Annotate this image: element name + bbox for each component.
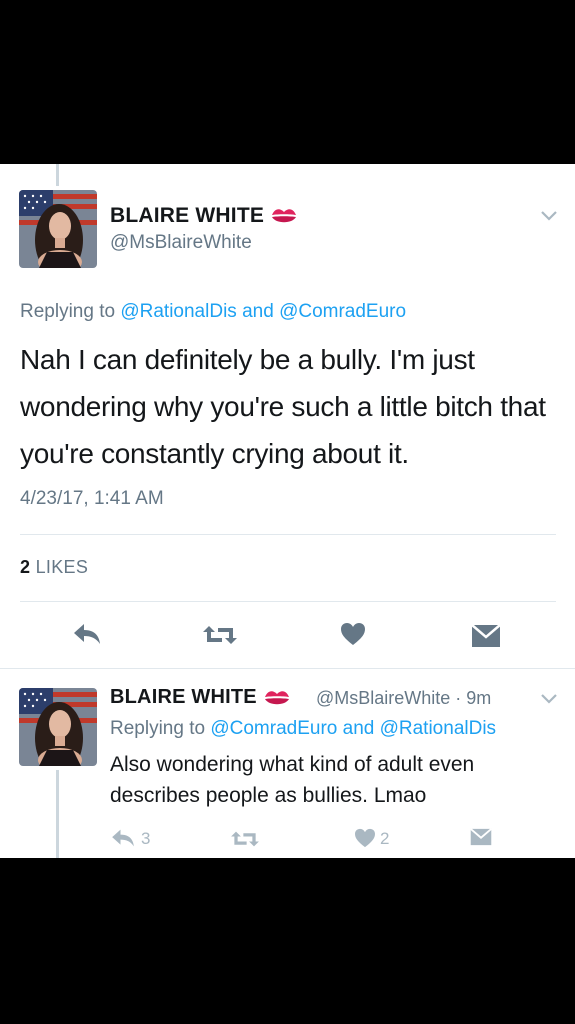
avatar[interactable] bbox=[19, 190, 97, 268]
avatar[interactable] bbox=[19, 688, 97, 766]
replying-to: Replying to @RationalDis and @ComradEuro bbox=[20, 301, 406, 323]
author-name[interactable]: BLAIRE WHITE bbox=[110, 686, 291, 709]
reply-icon[interactable] bbox=[72, 622, 102, 646]
handle-time[interactable]: @MsBlaireWhite · 9m bbox=[316, 688, 491, 709]
reply-user-link[interactable]: @RationalDis bbox=[120, 301, 236, 322]
divider bbox=[20, 601, 556, 602]
tweet-panel: BLAIRE WHITE @MsBlaireWhite Replying to … bbox=[0, 164, 575, 858]
kiss-lips-icon bbox=[264, 691, 289, 704]
direct-message-icon[interactable] bbox=[471, 624, 501, 648]
heart-icon[interactable] bbox=[340, 622, 366, 646]
retweet-icon[interactable] bbox=[230, 830, 260, 848]
tweet-timestamp[interactable]: 4/23/17, 1:41 AM bbox=[20, 488, 164, 510]
replying-prefix: Replying to bbox=[110, 718, 206, 739]
direct-message-icon[interactable] bbox=[470, 828, 492, 846]
reply-and[interactable]: and bbox=[242, 301, 274, 322]
like-count: 2 bbox=[380, 829, 390, 848]
thread-line-bottom bbox=[56, 770, 59, 858]
chevron-down-icon[interactable] bbox=[540, 693, 558, 705]
retweet-icon[interactable] bbox=[202, 624, 238, 646]
heart-icon[interactable] bbox=[354, 828, 376, 848]
author-name[interactable]: BLAIRE WHITE bbox=[110, 204, 298, 228]
reply-user-link[interactable]: @ComradEuro bbox=[279, 301, 406, 322]
likes-count[interactable]: 2 LIKES bbox=[20, 557, 88, 578]
tweet-text: Nah I can definitely be a bully. I'm jus… bbox=[20, 344, 546, 469]
tweet-text: Also wondering what kind of adult even d… bbox=[110, 753, 475, 807]
reply-user-link[interactable]: @ComradEuro bbox=[210, 718, 337, 739]
tweet-separator bbox=[0, 668, 575, 669]
chevron-down-icon[interactable] bbox=[540, 210, 558, 222]
author-name-text[interactable]: BLAIRE WHITE bbox=[110, 204, 264, 227]
kiss-lips-icon bbox=[272, 209, 297, 223]
likes-label: LIKES bbox=[35, 557, 89, 577]
replying-to: Replying to @ComradEuro and @RationalDis bbox=[110, 718, 496, 740]
replying-prefix: Replying to bbox=[20, 301, 116, 322]
reply-and[interactable]: and bbox=[343, 718, 375, 739]
divider bbox=[20, 534, 556, 535]
author-name-text[interactable]: BLAIRE WHITE bbox=[110, 686, 257, 708]
author-handle[interactable]: @MsBlaireWhite bbox=[110, 232, 252, 254]
reply-icon[interactable] bbox=[110, 828, 136, 848]
likes-number: 2 bbox=[20, 557, 31, 577]
thread-line-top bbox=[56, 164, 59, 186]
reply-user-link[interactable]: @RationalDis bbox=[380, 718, 496, 739]
reply-count: 3 bbox=[141, 829, 151, 848]
